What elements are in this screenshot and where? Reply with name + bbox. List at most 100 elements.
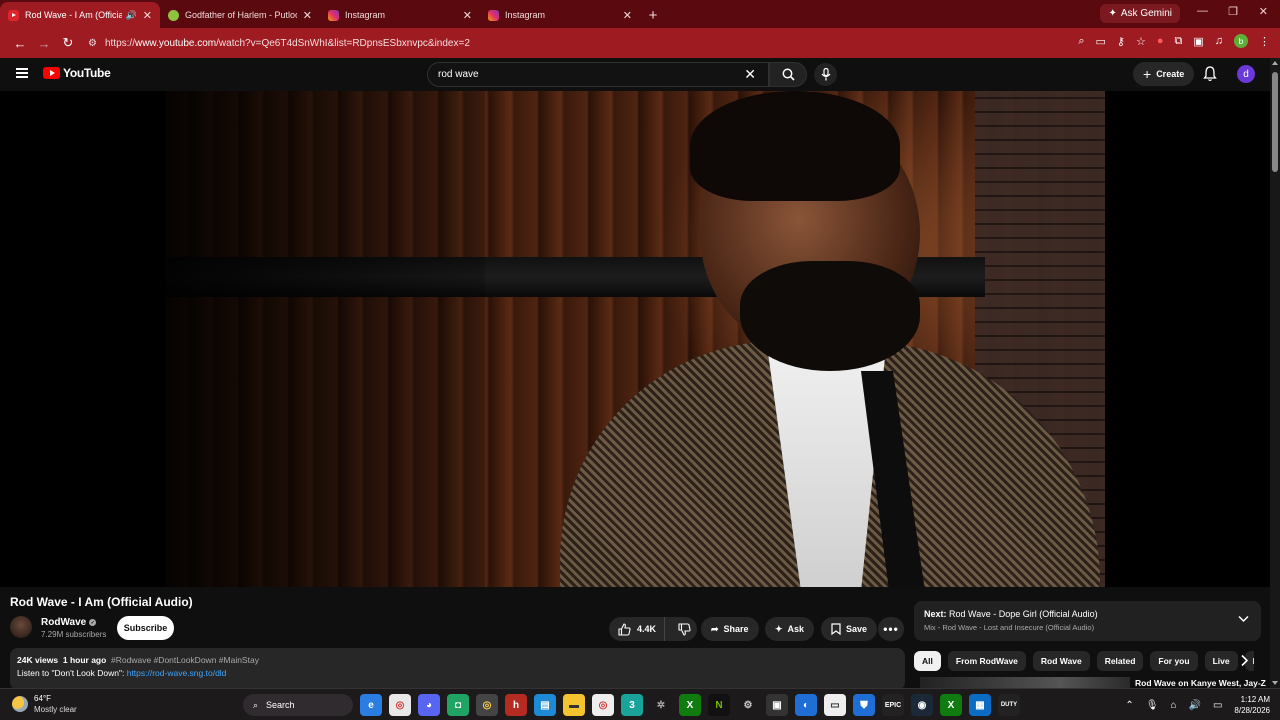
like-button[interactable]: 4.4K <box>609 617 666 641</box>
ask-button[interactable]: ✦ Ask <box>765 617 815 641</box>
chrome-profile-icon[interactable]: ◎ <box>592 694 614 716</box>
video-frame-shadow <box>165 91 485 587</box>
back-button[interactable]: ← <box>8 31 32 55</box>
security-shield-icon[interactable]: ⛊ <box>853 694 875 716</box>
terminal-icon[interactable]: ▣ <box>766 694 788 716</box>
youtube-logo[interactable]: YouTube <box>43 66 111 80</box>
minimize-icon[interactable]: — <box>1197 5 1208 17</box>
account-avatar[interactable]: d <box>1237 65 1255 83</box>
notifications-bell-icon[interactable] <box>1203 66 1217 82</box>
forward-button[interactable]: → <box>32 31 56 55</box>
recommended-video-title[interactable]: Rod Wave on Kanye West, Jay-Z <box>1135 678 1266 688</box>
steam-icon[interactable]: ◉ <box>911 694 933 716</box>
chip-for-you[interactable]: For you <box>1150 651 1198 671</box>
blue-app-icon[interactable]: ◐ <box>795 694 817 716</box>
search-button[interactable] <box>769 62 807 87</box>
extension-red-icon[interactable]: ● <box>1157 35 1164 47</box>
description-link[interactable]: https://rod-wave.sng.to/dld <box>127 668 227 678</box>
share-button[interactable]: ➦ Share <box>701 617 759 641</box>
xbox-app-icon[interactable]: X <box>940 694 962 716</box>
volume-icon[interactable]: 🔊 <box>1189 700 1201 711</box>
clock[interactable]: 1:12 AM 8/28/2026 <box>1234 694 1270 716</box>
close-window-icon[interactable]: ✕ <box>1259 5 1268 18</box>
address-bar[interactable]: ⚙ https:// www.youtube.com /watch?v=Qe6T… <box>88 32 1088 54</box>
voice-search-button[interactable] <box>814 63 837 86</box>
clear-search-icon[interactable]: ✕ <box>744 66 756 83</box>
chrome-icon[interactable]: ◎ <box>389 694 411 716</box>
scrollbar-thumb[interactable] <box>1272 72 1278 172</box>
close-tab-icon[interactable]: ✕ <box>143 9 152 22</box>
chip-live[interactable]: Live <box>1204 651 1238 671</box>
epic-games-icon[interactable]: EPIC <box>882 694 904 716</box>
channel-name[interactable]: RodWave ✓ <box>41 617 97 628</box>
browser-tab-putlocker[interactable]: Godfather of Harlem - Putlocke ✕ <box>160 2 320 28</box>
chevron-down-icon[interactable] <box>1238 615 1249 623</box>
chip-all[interactable]: All <box>914 651 941 671</box>
menu-kebab-icon[interactable]: ⋮ <box>1259 35 1270 48</box>
channel-avatar[interactable] <box>10 616 32 638</box>
create-button[interactable]: + Create <box>1133 62 1195 86</box>
playlist-next-panel[interactable]: Next: Rod Wave - Dope Girl (Official Aud… <box>914 601 1261 641</box>
scroll-down-icon[interactable] <box>1272 681 1278 685</box>
verified-check-icon: ✓ <box>89 619 97 626</box>
description-box[interactable]: 24K views 1 hour ago #Rodwave #DontLookD… <box>10 648 905 690</box>
red-app-icon[interactable]: h <box>505 694 527 716</box>
restore-icon[interactable]: ❐ <box>1228 5 1238 18</box>
hashtags[interactable]: #Rodwave #DontLookDown #MainStay <box>111 655 259 665</box>
discord-icon[interactable]: ◕ <box>418 694 440 716</box>
zoom-icon[interactable]: ⌕ <box>1078 35 1084 48</box>
extensions-puzzle-icon[interactable]: ⧉ <box>1174 35 1182 48</box>
xbox-icon[interactable]: X <box>679 694 701 716</box>
teal-app-icon[interactable]: 3 <box>621 694 643 716</box>
close-tab-icon[interactable]: ✕ <box>463 9 472 22</box>
chrome-active-icon[interactable]: ◎ <box>476 694 498 716</box>
microphone-icon[interactable]: 🎙 <box>1146 700 1159 711</box>
notepad-icon[interactable]: ▤ <box>534 694 556 716</box>
android-app-icon[interactable]: ◘ <box>447 694 469 716</box>
scroll-up-icon[interactable] <box>1272 61 1278 65</box>
nvidia-icon[interactable]: N <box>708 694 730 716</box>
media-controls-icon[interactable]: ♫ <box>1215 35 1223 47</box>
profile-avatar[interactable]: b <box>1234 34 1248 48</box>
bookmark-star-icon[interactable]: ☆ <box>1136 35 1146 48</box>
photos-icon[interactable]: ▦ <box>969 694 991 716</box>
chip-related[interactable]: Related <box>1096 651 1144 671</box>
dislike-button[interactable] <box>670 617 699 641</box>
tray-overflow-icon[interactable]: ⌃ <box>1125 700 1133 711</box>
chip-rod-wave[interactable]: Rod Wave <box>1032 651 1090 671</box>
search-input[interactable]: rod wave ✕ <box>427 62 769 87</box>
weather-widget[interactable]: 64°F Mostly clear <box>12 694 77 714</box>
chip-from-rodwave[interactable]: From RodWave <box>947 651 1026 671</box>
subscribe-button[interactable]: Subscribe <box>117 616 174 640</box>
taskbar-search[interactable]: ⌕ Search <box>243 694 353 716</box>
edge-icon[interactable]: e <box>360 694 382 716</box>
network-icon[interactable]: ⌂ <box>1170 700 1176 711</box>
reload-button[interactable]: ↻ <box>56 31 80 55</box>
cast-icon[interactable]: ▭ <box>1095 35 1105 48</box>
hamburger-menu-icon[interactable] <box>16 68 28 78</box>
call-of-duty-icon[interactable]: DUTY <box>998 694 1020 716</box>
video-player[interactable] <box>0 91 1270 587</box>
page-scrollbar[interactable] <box>1270 58 1280 688</box>
password-key-icon[interactable]: ⚷ <box>1117 35 1125 48</box>
close-tab-icon[interactable]: ✕ <box>623 9 632 22</box>
side-panel-icon[interactable]: ▣ <box>1193 35 1203 48</box>
more-actions-button[interactable]: ••• <box>878 617 904 641</box>
save-button[interactable]: Save <box>821 617 878 641</box>
gear-app-icon[interactable]: ✲ <box>650 694 672 716</box>
speaker-icon[interactable]: 🔊 <box>126 10 137 21</box>
browser-tab-youtube[interactable]: Rod Wave - I Am (Official Au 🔊 ✕ <box>0 2 160 28</box>
windows-start-icon[interactable] <box>219 697 236 714</box>
ask-gemini-button[interactable]: ✦ Ask Gemini <box>1100 4 1180 23</box>
close-tab-icon[interactable]: ✕ <box>303 9 312 22</box>
chevron-right-icon[interactable] <box>1240 654 1249 667</box>
site-info-icon[interactable]: ⚙ <box>88 38 97 49</box>
browser-tab-instagram-1[interactable]: Instagram ✕ <box>320 2 480 28</box>
file-explorer-icon[interactable]: ▬ <box>563 694 585 716</box>
white-app-icon[interactable]: ▭ <box>824 694 846 716</box>
browser-tab-instagram-2[interactable]: Instagram ✕ <box>480 2 640 28</box>
recommended-video-thumbnail[interactable] <box>920 677 1130 688</box>
settings-icon[interactable]: ⚙ <box>737 694 759 716</box>
battery-icon[interactable]: ▭ <box>1213 700 1222 711</box>
new-tab-button[interactable]: + <box>640 2 666 28</box>
